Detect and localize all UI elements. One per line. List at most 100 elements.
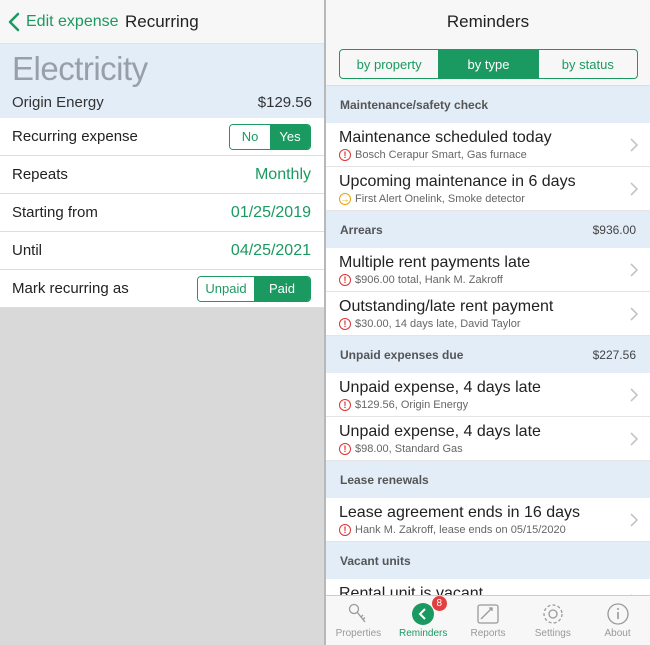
chevron-right-icon: [630, 432, 638, 446]
tab-label: About: [604, 628, 631, 639]
reminders-pane: Reminders by property by type by status …: [326, 0, 650, 645]
recurring-toggle[interactable]: No Yes: [229, 123, 311, 150]
segment-by-property[interactable]: by property: [340, 50, 440, 78]
section-title: Unpaid expenses due: [340, 347, 464, 362]
tab-reports[interactable]: Reports: [456, 596, 521, 645]
arrow-icon: →: [339, 193, 351, 205]
reports-icon: [477, 604, 499, 624]
section-title: Vacant units: [340, 553, 411, 568]
repeats-row[interactable]: Repeats Monthly: [0, 156, 324, 194]
reminder-item[interactable]: Upcoming maintenance in 6 days → First Al…: [326, 167, 650, 211]
chevron-right-icon: [630, 388, 638, 402]
reminder-item[interactable]: Multiple rent payments late ! $906.00 tot…: [326, 248, 650, 292]
until-row[interactable]: Until 04/25/2021: [0, 232, 324, 270]
mark-recurring-row: Mark recurring as Unpaid Paid: [0, 270, 324, 308]
section-title: Lease renewals: [340, 472, 429, 487]
section-header: Lease renewals: [326, 461, 650, 498]
tab-label: Settings: [534, 628, 571, 639]
reminder-title: Lease agreement ends in 16 days: [339, 504, 581, 521]
grouping-segmented-control[interactable]: by property by type by status: [339, 49, 638, 79]
alert-icon: !: [339, 443, 351, 455]
section-amount: $936.00: [592, 222, 636, 237]
back-button[interactable]: Edit expense: [6, 12, 119, 32]
section-header: Arrears $936.00: [326, 211, 650, 248]
alert-icon: !: [339, 149, 351, 161]
reminder-item[interactable]: Unpaid expense, 4 days late ! $98.00, Sta…: [326, 417, 650, 461]
mark-recurring-toggle[interactable]: Unpaid Paid: [197, 275, 311, 302]
mark-recurring-label: Mark recurring as: [12, 280, 129, 297]
chevron-right-icon: [630, 263, 638, 277]
chevron-right-icon: [630, 513, 638, 527]
reminders-badge: 8: [431, 596, 447, 611]
reminder-subtitle: Bosch Cerapur Smart, Gas furnace: [355, 149, 527, 161]
chevron-left-icon: [8, 12, 20, 32]
section-header: Unpaid expenses due $227.56: [326, 336, 650, 373]
recurring-expense-label: Recurring expense: [12, 128, 138, 145]
reminder-item[interactable]: Maintenance scheduled today ! Bosch Cerap…: [326, 123, 650, 167]
reminder-title: Multiple rent payments late: [339, 254, 531, 271]
starting-from-label: Starting from: [12, 204, 98, 221]
section-header: Vacant units: [326, 542, 650, 579]
tab-label: Reminders: [399, 628, 448, 639]
tab-settings[interactable]: Settings: [520, 596, 585, 645]
tab-label: Properties: [335, 628, 382, 639]
back-label: Edit expense: [26, 13, 119, 30]
segment-by-status[interactable]: by status: [539, 50, 637, 78]
alert-icon: !: [339, 399, 351, 411]
reminder-title: Upcoming maintenance in 6 days: [339, 173, 576, 190]
reminders-title: Reminders: [326, 0, 650, 44]
reminder-subtitle: $30.00, 14 days late, David Taylor: [355, 318, 521, 330]
reminder-subtitle: Hank M. Zakroff, lease ends on 05/15/202…: [355, 524, 566, 536]
starting-from-row[interactable]: Starting from 01/25/2019: [0, 194, 324, 232]
chevron-right-icon: [630, 307, 638, 321]
starting-from-value[interactable]: 01/25/2019: [231, 204, 311, 222]
recurring-no-option[interactable]: No: [230, 124, 270, 149]
nav-bar: Edit expense Recurring: [0, 0, 324, 44]
until-label: Until: [12, 242, 43, 259]
repeats-label: Repeats: [12, 166, 68, 183]
tab-properties[interactable]: Properties: [326, 596, 391, 645]
expense-amount: $129.56: [257, 94, 312, 111]
section-title: Arrears: [340, 222, 383, 237]
info-icon: [606, 603, 629, 625]
expense-name: Electricity: [12, 50, 148, 87]
tab-reminders[interactable]: 8 Reminders: [391, 596, 456, 645]
section-title: Maintenance/safety check: [340, 97, 489, 112]
reminder-item[interactable]: Lease agreement ends in 16 days ! Hank M.…: [326, 498, 650, 542]
tab-bar: Properties 8 Reminders Reports Settings …: [326, 595, 650, 645]
key-icon: [349, 603, 366, 623]
chevron-right-icon: [630, 182, 638, 196]
reminder-subtitle: First Alert Onelink, Smoke detector: [355, 193, 525, 205]
alert-icon: !: [339, 524, 351, 536]
chevron-right-icon: [630, 138, 638, 152]
paid-option[interactable]: Paid: [254, 276, 310, 301]
gear-icon: [543, 604, 563, 624]
section-amount: $227.56: [592, 347, 636, 362]
grouping-segment-bar: by property by type by status: [326, 44, 650, 86]
recurring-pane: Edit expense Recurring Electricity Origi…: [0, 0, 324, 645]
section-header: Maintenance/safety check: [326, 86, 650, 123]
expense-header: Electricity Origin Energy $129.56: [0, 44, 324, 118]
until-value[interactable]: 04/25/2021: [231, 242, 311, 260]
tab-label: Reports: [470, 628, 506, 639]
recurring-expense-row: Recurring expense No Yes: [0, 118, 324, 156]
page-title: Recurring: [125, 12, 199, 31]
reminder-subtitle: $906.00 total, Hank M. Zakroff: [355, 274, 503, 286]
reminders-list: Maintenance/safety check Maintenance sch…: [326, 86, 650, 623]
vendor-name: Origin Energy: [12, 94, 104, 111]
segment-by-type[interactable]: by type: [439, 50, 539, 78]
reminder-title: Unpaid expense, 4 days late: [339, 379, 541, 396]
repeats-value[interactable]: Monthly: [255, 166, 311, 184]
reminder-subtitle: $129.56, Origin Energy: [355, 399, 469, 411]
reminder-item[interactable]: Unpaid expense, 4 days late ! $129.56, Or…: [326, 373, 650, 417]
reminder-title: Maintenance scheduled today: [339, 129, 552, 146]
alert-icon: !: [339, 274, 351, 286]
reminder-title: Unpaid expense, 4 days late: [339, 423, 541, 440]
alert-icon: !: [339, 318, 351, 330]
reminder-title: Outstanding/late rent payment: [339, 298, 554, 315]
tab-about[interactable]: About: [585, 596, 650, 645]
reminder-item[interactable]: Outstanding/late rent payment ! $30.00, 1…: [326, 292, 650, 336]
unpaid-option[interactable]: Unpaid: [198, 276, 254, 301]
recurring-yes-option[interactable]: Yes: [270, 124, 310, 149]
reminder-subtitle: $98.00, Standard Gas: [355, 443, 463, 455]
